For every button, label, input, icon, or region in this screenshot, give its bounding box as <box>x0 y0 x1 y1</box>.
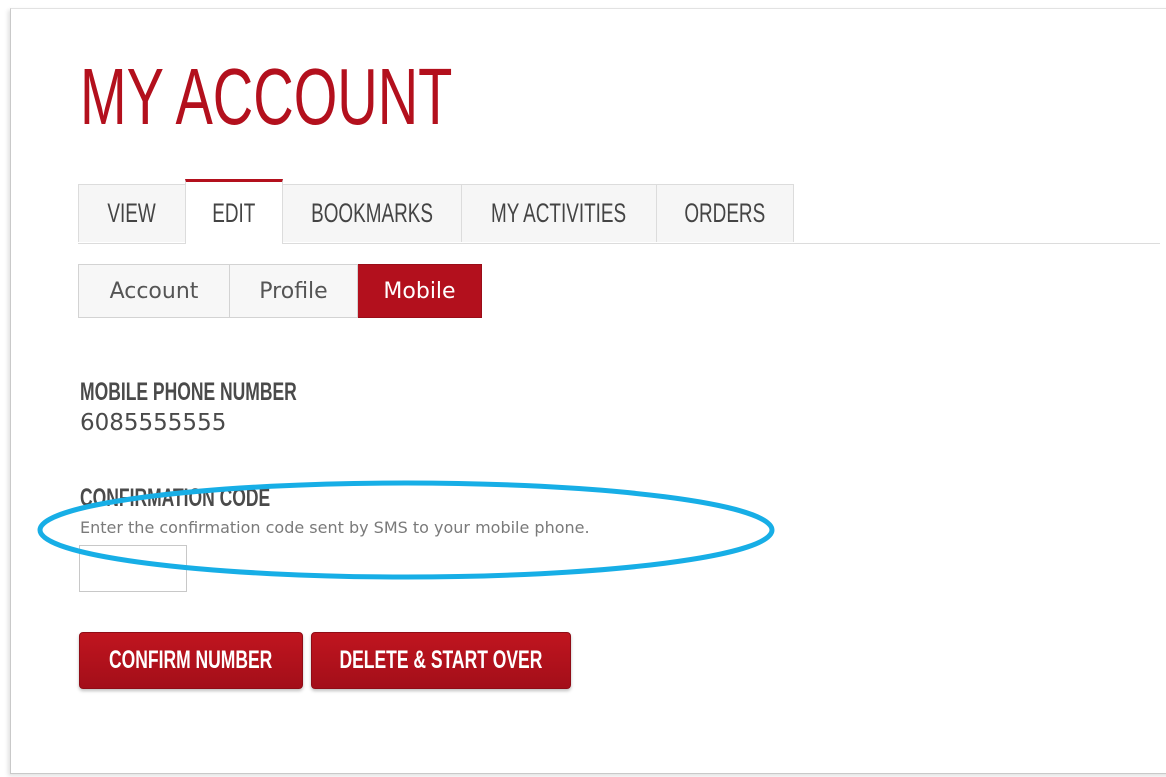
subtab-mobile[interactable]: Mobile <box>358 264 482 318</box>
delete-start-over-button[interactable]: DELETE & START OVER <box>311 632 571 689</box>
confirm-number-button[interactable]: CONFIRM NUMBER <box>79 632 303 689</box>
subtab-profile[interactable]: Profile <box>230 264 358 318</box>
tab-my-activities[interactable]: MY ACTIVITIES <box>461 184 657 242</box>
delete-start-over-label: DELETE & START OVER <box>339 646 543 674</box>
tab-my-activities-label: MY ACTIVITIES <box>491 198 627 228</box>
subtab-account[interactable]: Account <box>78 264 230 318</box>
subtab-mobile-label: Mobile <box>383 278 456 304</box>
confirmation-code-label: CONFIRMATION CODE <box>80 484 271 512</box>
tab-bookmarks[interactable]: BOOKMARKS <box>282 184 462 242</box>
tab-edit-label: EDIT <box>212 197 256 228</box>
secondary-tabs: Account Profile Mobile <box>78 264 482 318</box>
tab-view[interactable]: VIEW <box>78 184 186 242</box>
tab-orders-label: ORDERS <box>684 198 766 228</box>
confirm-number-label: CONFIRM NUMBER <box>109 646 273 674</box>
mobile-phone-label: MOBILE PHONE NUMBER <box>80 378 297 406</box>
confirmation-code-description: Enter the confirmation code sent by SMS … <box>80 518 590 537</box>
mobile-phone-value: 6085555555 <box>80 410 227 436</box>
tab-view-label: VIEW <box>107 198 157 228</box>
confirmation-code-input[interactable] <box>79 545 187 592</box>
tab-orders[interactable]: ORDERS <box>656 184 794 242</box>
subtab-account-label: Account <box>109 278 199 304</box>
primary-tabs: VIEW EDIT BOOKMARKS MY ACTIVITIES ORDERS <box>78 179 1160 244</box>
tab-bookmarks-label: BOOKMARKS <box>311 198 433 228</box>
tab-edit[interactable]: EDIT <box>185 179 283 244</box>
subtab-profile-label: Profile <box>259 278 328 304</box>
page-title: MY ACCOUNT <box>80 52 453 141</box>
